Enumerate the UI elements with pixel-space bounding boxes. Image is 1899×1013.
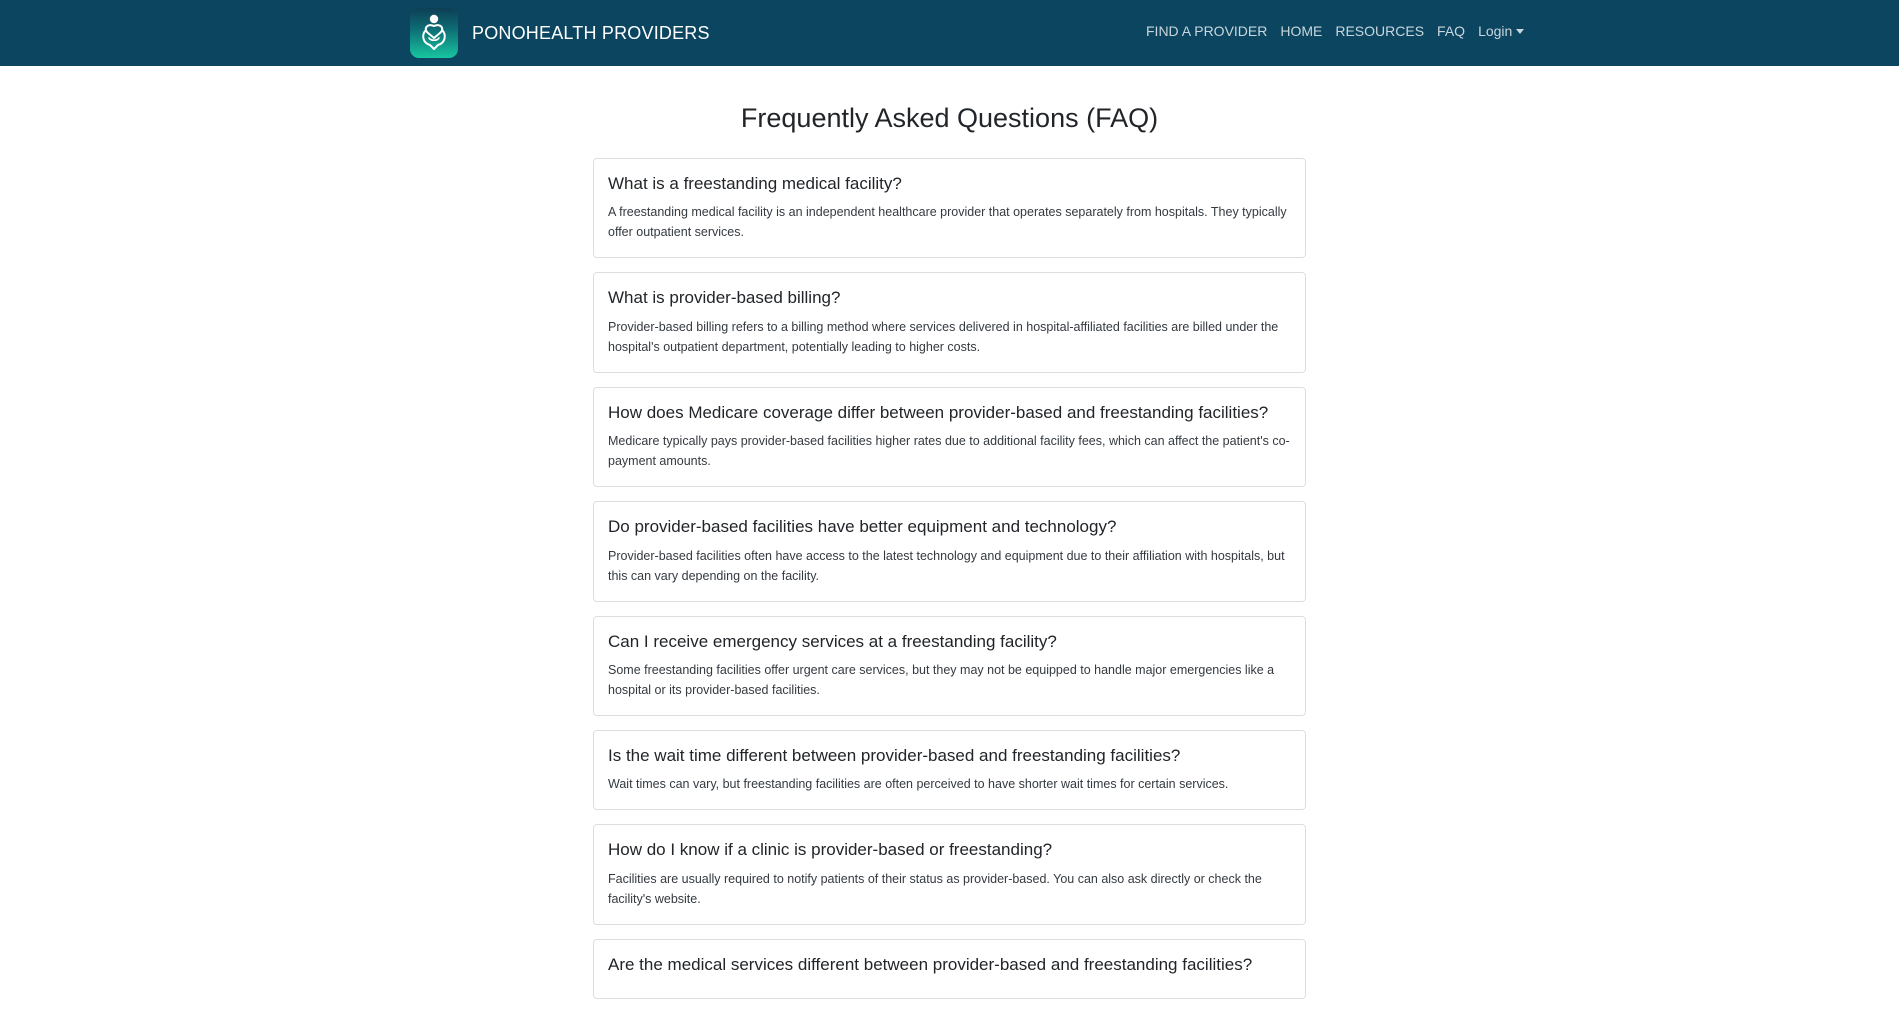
top-navbar: PONOHEALTH PROVIDERS FIND A PROVIDER HOM… — [0, 0, 1899, 66]
faq-answer: Wait times can vary, but freestanding fa… — [608, 777, 1229, 792]
faq-answer: A freestanding medical facility is an in… — [608, 205, 1287, 240]
faq-list: What is a freestanding medical facility?… — [593, 158, 1306, 1013]
faq-answer: Provider-based facilities often have acc… — [608, 548, 1285, 583]
faq-answer: Medicare typically pays provider-based f… — [608, 434, 1290, 469]
brand-link[interactable]: PONOHEALTH PROVIDERS — [410, 7, 710, 59]
faq-card: What is a freestanding medical facility?… — [593, 158, 1306, 259]
faq-question: What is provider-based billing? — [608, 288, 841, 308]
page-title: Frequently Asked Questions (FAQ) — [740, 103, 1159, 133]
faq-card: How do I know if a clinic is provider-ba… — [593, 824, 1306, 925]
faq-question: Is the wait time different between provi… — [608, 745, 1181, 765]
nav-home[interactable]: HOME — [1280, 23, 1322, 39]
faq-question: Can I receive emergency services at a fr… — [608, 631, 1057, 651]
brand-name: PONOHEALTH PROVIDERS — [472, 22, 710, 43]
faq-card: What is provider-based billing? Provider… — [593, 272, 1306, 373]
faq-question: Do provider-based facilities have better… — [608, 517, 1117, 537]
faq-card: Can I receive emergency services at a fr… — [593, 615, 1306, 716]
hands-heart-icon — [410, 8, 458, 58]
login-dropdown[interactable]: Login — [1478, 23, 1525, 39]
faq-question: How does Medicare coverage differ betwee… — [608, 402, 1269, 422]
faq-answer: Some freestanding facilities offer urgen… — [608, 662, 1275, 697]
faq-question: Are the medical services different betwe… — [608, 954, 1253, 974]
caret-down-icon — [1516, 29, 1525, 34]
faq-question: How do I know if a clinic is provider-ba… — [608, 840, 1053, 860]
faq-question: What is a freestanding medical facility? — [608, 174, 902, 193]
nav-faq[interactable]: FAQ — [1437, 23, 1465, 39]
faq-card: Do provider-based facilities have better… — [593, 501, 1306, 602]
faq-card: How does Medicare coverage differ betwee… — [593, 386, 1306, 488]
login-label: Login — [1478, 23, 1513, 39]
faq-answer: Provider-based billing refers to a billi… — [608, 319, 1279, 354]
nav-menu: FIND A PROVIDER HOME RESOURCES FAQ Login — [1146, 23, 1525, 39]
faq-answer: Facilities are usually required to notif… — [608, 871, 1262, 906]
faq-card: Is the wait time different between provi… — [593, 729, 1306, 811]
nav-find-provider[interactable]: FIND A PROVIDER — [1146, 23, 1267, 39]
faq-card: Are the medical services different betwe… — [593, 938, 1306, 1000]
nav-resources[interactable]: RESOURCES — [1335, 23, 1424, 39]
